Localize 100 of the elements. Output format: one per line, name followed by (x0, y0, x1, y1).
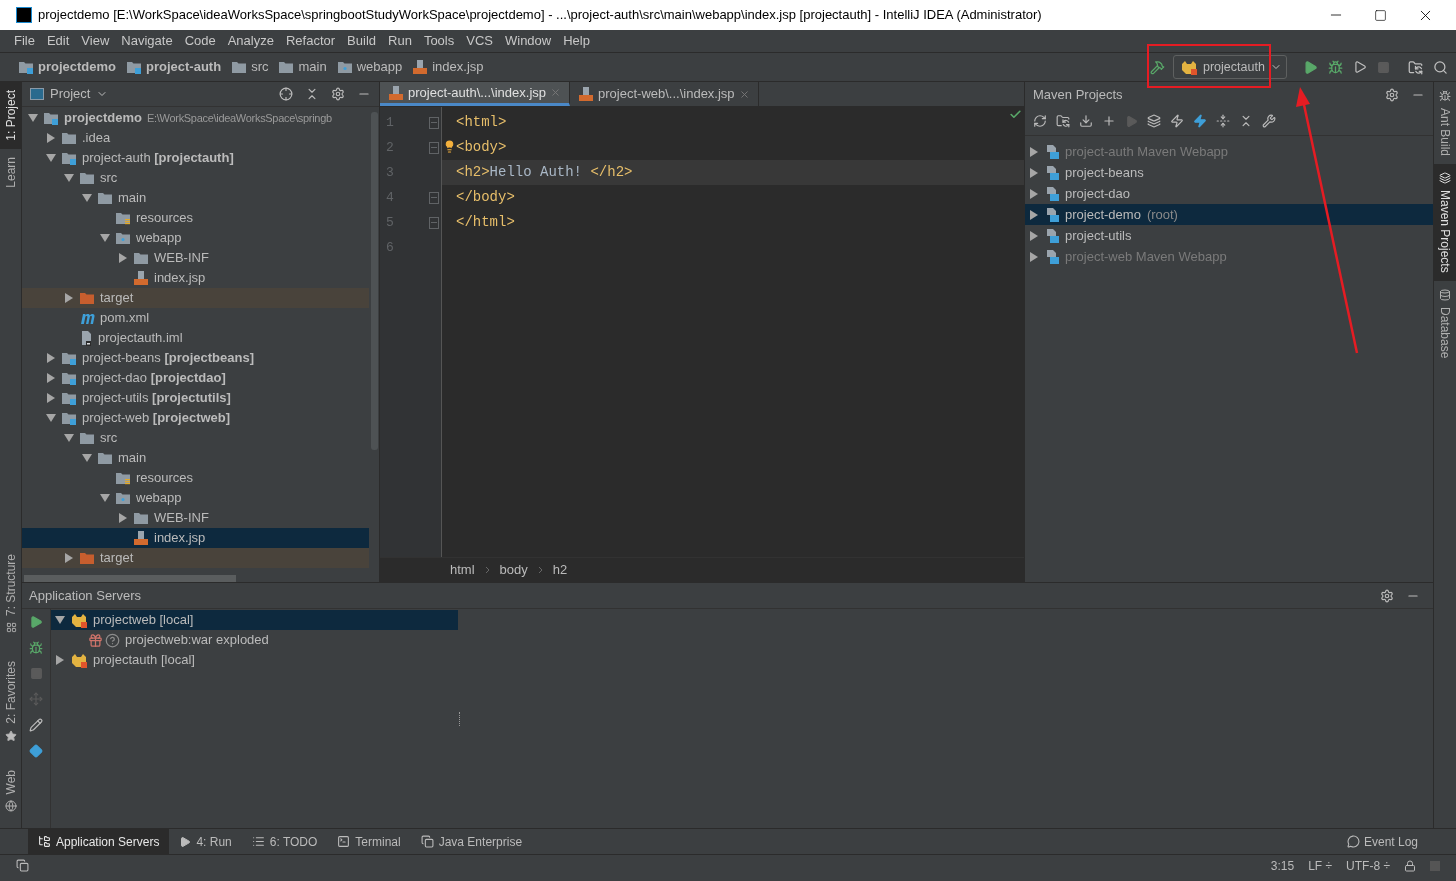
expand-arrow-icon[interactable] (46, 353, 56, 363)
diamond-icon[interactable] (29, 744, 43, 758)
collapse-arrow-icon[interactable] (100, 493, 110, 503)
side-tab[interactable]: 1: Project (0, 82, 22, 149)
menu-item[interactable]: Code (184, 31, 216, 51)
tree-item[interactable]: project-auth [projectauth] (22, 148, 369, 168)
expand-arrow-icon[interactable] (118, 253, 128, 263)
event-log-button[interactable]: Event Log (1346, 832, 1418, 851)
menu-item[interactable]: File (14, 31, 35, 51)
tree-item[interactable]: project-beans (1025, 162, 1433, 183)
tree-item[interactable]: .idea (22, 128, 369, 148)
tree-item[interactable]: projectweb [local] (51, 610, 458, 630)
menu-item[interactable]: VCS (466, 31, 493, 51)
editor-tab[interactable]: project-web\...\index.jsp (570, 82, 759, 106)
layers-icon[interactable] (1439, 172, 1451, 185)
search-icon[interactable] (1433, 59, 1448, 75)
run-icon[interactable] (179, 835, 192, 848)
tree-item[interactable]: WEB-INF (22, 508, 369, 528)
expand-arrow-icon[interactable] (46, 373, 56, 383)
breadcrumb[interactable]: project-auth (126, 57, 222, 77)
tree-item[interactable]: pom.xml (22, 308, 369, 328)
structure-icon[interactable] (5, 621, 17, 633)
side-tab[interactable]: 7: Structure (0, 545, 22, 641)
tree-item[interactable]: project-dao (1025, 183, 1433, 204)
menu-item[interactable]: Analyze (227, 31, 274, 51)
expand-arrow-icon[interactable] (1029, 167, 1039, 178)
tree-item[interactable]: projectauth.iml (22, 328, 369, 348)
scrollbar[interactable] (24, 575, 236, 582)
breadcrumb[interactable]: src (231, 57, 269, 77)
close-tab-icon[interactable] (738, 88, 750, 100)
collapse-all-icon[interactable] (305, 87, 319, 101)
add-icon[interactable] (1102, 114, 1116, 128)
wrench-icon[interactable] (1262, 114, 1276, 128)
panel-title[interactable]: Project (50, 84, 91, 104)
tree-item[interactable]: target (22, 288, 369, 308)
tree-item[interactable]: resources (22, 468, 369, 488)
collapse-arrow-icon[interactable] (28, 113, 38, 123)
download-icon[interactable] (1079, 114, 1093, 128)
tool-window-tab[interactable]: Java Enterprise (410, 829, 533, 854)
line-separator[interactable]: LF ÷ (1308, 856, 1333, 875)
tree-item[interactable]: src (22, 428, 369, 448)
menu-item[interactable]: Run (388, 31, 412, 51)
settings-icon[interactable] (331, 87, 345, 101)
fold-marker-icon[interactable] (429, 191, 439, 204)
menu-item[interactable]: Refactor (285, 31, 336, 51)
expand-arrow-icon[interactable] (46, 133, 56, 143)
expand-arrow-icon[interactable] (1029, 251, 1039, 262)
refresh-icon[interactable] (1033, 114, 1047, 128)
collapse-arrow-icon[interactable] (82, 193, 92, 203)
tree-item[interactable]: project-demo (root) (1025, 204, 1433, 225)
tree-item[interactable]: main (22, 188, 369, 208)
folder-sync-icon[interactable] (1056, 114, 1070, 128)
tree-item[interactable]: project-utils (1025, 225, 1433, 246)
bug-icon[interactable] (1439, 90, 1451, 102)
terminal-icon[interactable] (337, 835, 351, 848)
fold-marker-icon[interactable] (429, 216, 439, 229)
side-tab[interactable]: Learn (0, 148, 22, 196)
menu-item[interactable]: View (81, 31, 110, 51)
expand-arrow-icon[interactable] (55, 655, 65, 665)
file-encoding[interactable]: UTF-8 ÷ (1346, 856, 1390, 875)
collapse-arrow-icon[interactable] (82, 453, 92, 463)
tree-item[interactable]: project-beans [projectbeans] (22, 348, 369, 368)
panels-icon[interactable] (16, 859, 29, 872)
tree-item[interactable]: index.jsp (22, 528, 369, 548)
tree-item[interactable]: project-web [projectweb] (22, 408, 369, 428)
expand-arrow-icon[interactable] (1029, 209, 1039, 220)
menu-item[interactable]: Help (563, 31, 590, 51)
expand-arrow-icon[interactable] (1029, 230, 1039, 241)
splitter-handle[interactable] (459, 712, 461, 726)
menu-item[interactable]: Edit (46, 31, 70, 51)
settings-icon[interactable] (1385, 87, 1399, 102)
settings-icon[interactable] (1380, 588, 1394, 603)
breadcrumb[interactable]: index.jsp (412, 57, 484, 77)
run-config-dropdown[interactable]: projectauth (1173, 55, 1287, 79)
hammer-icon[interactable] (1150, 59, 1165, 75)
lock-icon[interactable] (1404, 859, 1416, 872)
tree-item[interactable]: projectauth [local] (51, 650, 458, 670)
collapse-arrow-icon[interactable] (46, 153, 56, 163)
breadcrumb[interactable]: html (450, 560, 475, 580)
tree-item[interactable]: target (22, 548, 369, 568)
expand-arrow-icon[interactable] (1029, 146, 1039, 157)
collapse-all-icon[interactable] (1239, 114, 1253, 128)
tree-item[interactable]: webapp (22, 488, 369, 508)
breadcrumb[interactable]: main (278, 57, 327, 77)
breadcrumb[interactable]: projectdemo (18, 57, 116, 77)
collapse-arrow-icon[interactable] (55, 615, 65, 625)
side-tab[interactable]: Maven Projects (1434, 164, 1456, 281)
lightbulb-icon[interactable] (443, 140, 456, 153)
edit-icon[interactable] (29, 718, 43, 732)
tree-item[interactable]: WEB-INF (22, 248, 369, 268)
tool-window-tab[interactable]: Terminal (327, 829, 411, 854)
locate-icon[interactable] (279, 87, 293, 101)
fold-marker-icon[interactable] (429, 116, 439, 129)
collapse-arrow-icon[interactable] (46, 413, 56, 423)
side-tab[interactable]: 2: Favorites (0, 652, 22, 750)
tree-item[interactable]: resources (22, 208, 369, 228)
globe-icon[interactable] (5, 800, 17, 812)
maximize-icon[interactable] (1374, 8, 1387, 22)
tool-window-tab[interactable]: 4: Run (169, 829, 242, 854)
tree-item[interactable]: webapp (22, 228, 369, 248)
